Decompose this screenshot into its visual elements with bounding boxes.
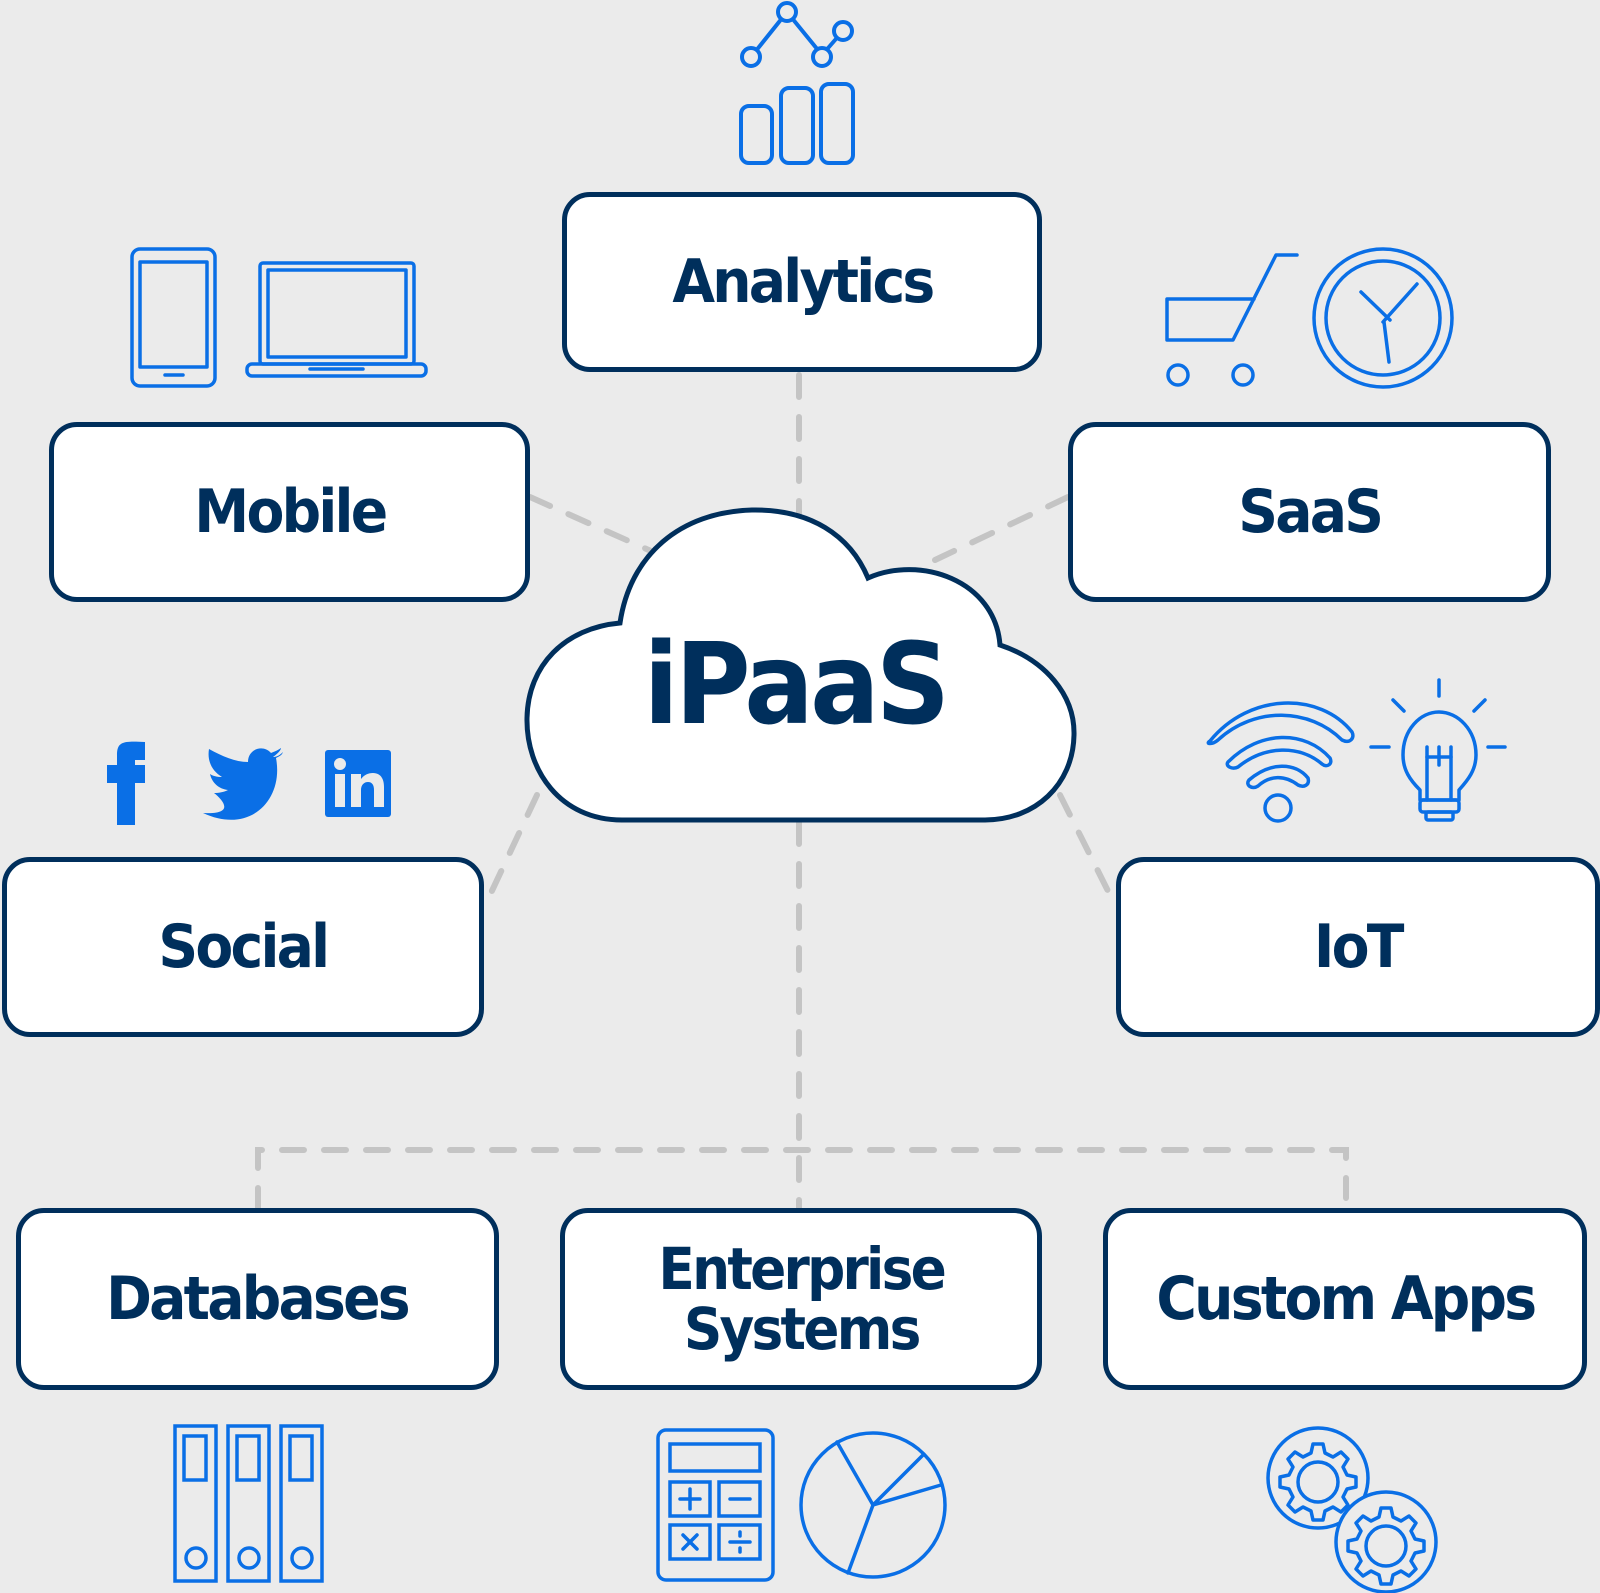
connector-saas [932,494,1071,563]
bar-chart-icon [739,82,855,165]
node-mobile-label: Mobile [193,477,388,547]
node-analytics[interactable]: Analytics [562,192,1042,372]
twitter-icon [203,748,283,820]
node-databases[interactable]: Databases [16,1208,499,1390]
node-saas[interactable]: SaaS [1068,422,1551,602]
node-iot[interactable]: IoT [1116,857,1600,1037]
lightbulb-icon [1369,678,1507,822]
node-iot-label: IoT [1314,912,1405,982]
iot-icons [1206,678,1507,823]
laptop-icon [245,261,428,378]
node-social-label: Social [158,912,331,982]
saas-icons [1165,247,1454,389]
node-enterprise-systems[interactable]: Enterprise Systems [560,1208,1042,1390]
node-databases-label: Databases [106,1264,412,1334]
connector-social [487,792,540,898]
facebook-icon [107,741,145,825]
social-icons [107,741,391,825]
node-custom-apps-label: Custom Apps [1156,1264,1537,1334]
wifi-icon [1206,701,1355,823]
node-social[interactable]: Social [2,857,484,1037]
shopping-cart-icon [1165,253,1299,387]
analytics-icons [739,1,855,165]
connector-iot [1057,792,1113,898]
enterprise-icons [656,1428,947,1582]
mobile-icons [130,247,428,388]
node-mobile[interactable]: Mobile [49,422,530,602]
node-custom-apps[interactable]: Custom Apps [1103,1208,1587,1390]
line-chart-icon [740,1,854,68]
clock-icon [1312,247,1454,389]
ipaas-label: iPaaS [643,620,951,750]
gears-icon [1266,1426,1438,1593]
node-saas-label: SaaS [1238,477,1384,547]
binders-icon [173,1424,324,1583]
node-analytics-label: Analytics [671,247,935,317]
node-enterprise-systems-label: Enterprise Systems [658,1235,946,1363]
calculator-icon [656,1428,775,1582]
connector-mobile [527,494,663,558]
linkedin-icon [325,750,391,817]
smartphone-icon [130,247,217,388]
pie-chart-icon [799,1431,947,1579]
